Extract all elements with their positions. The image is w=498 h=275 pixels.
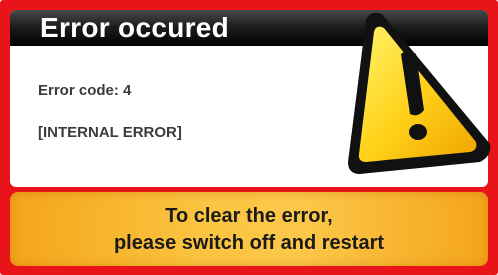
error-type: [INTERNAL ERROR] [38,124,182,141]
error-dialog-frame: Error occured Error code: 4 [INTERNAL ER… [0,0,498,275]
instruction-line-2: please switch off and restart [113,232,385,254]
warning-triangle-icon [348,12,491,174]
instruction-box: To clear the error, please switch off an… [10,192,488,266]
instruction-line-1: To clear the error, [165,205,333,227]
dialog-title: Error occured [40,12,230,43]
error-code: Error code: 4 [38,82,132,99]
